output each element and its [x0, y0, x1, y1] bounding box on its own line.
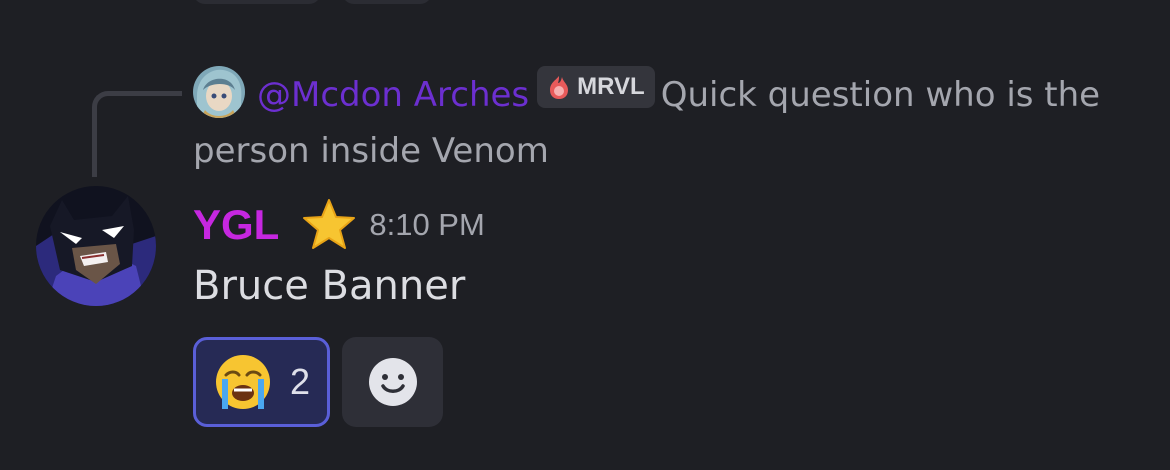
chat-view: @Mcdon Arches MRVL Quick question who is t… [0, 0, 1170, 470]
author-avatar[interactable] [36, 186, 156, 306]
add-reaction-button[interactable] [342, 337, 443, 427]
reaction-pill[interactable]: 2 [193, 337, 330, 427]
flame-role-icon [550, 76, 569, 99]
reply-author-name[interactable]: @Mcdon Arches [257, 75, 529, 115]
previous-add-reaction-pill[interactable] [342, 0, 432, 4]
smiley-face-icon [368, 358, 417, 406]
role-tag[interactable]: MRVL [537, 66, 655, 108]
loudly-crying-face-icon [216, 355, 270, 409]
message-text: Bruce Banner [193, 263, 466, 309]
role-tag-label: MRVL [577, 73, 645, 100]
reply-preview[interactable]: @Mcdon Arches MRVL Quick question who is t… [193, 66, 1133, 179]
reply-avatar[interactable] [193, 66, 245, 118]
reaction-count: 2 [290, 361, 311, 402]
batman-avatar-icon [36, 186, 156, 306]
anime-character-avatar-icon [193, 66, 245, 118]
reply-connector [92, 91, 182, 177]
star-icon [303, 199, 356, 249]
author-name[interactable]: YGL [193, 201, 279, 249]
message-header: YGL 8:10 PM [193, 190, 485, 260]
previous-reaction-pill[interactable] [193, 0, 321, 4]
timestamp: 8:10 PM [369, 207, 485, 242]
